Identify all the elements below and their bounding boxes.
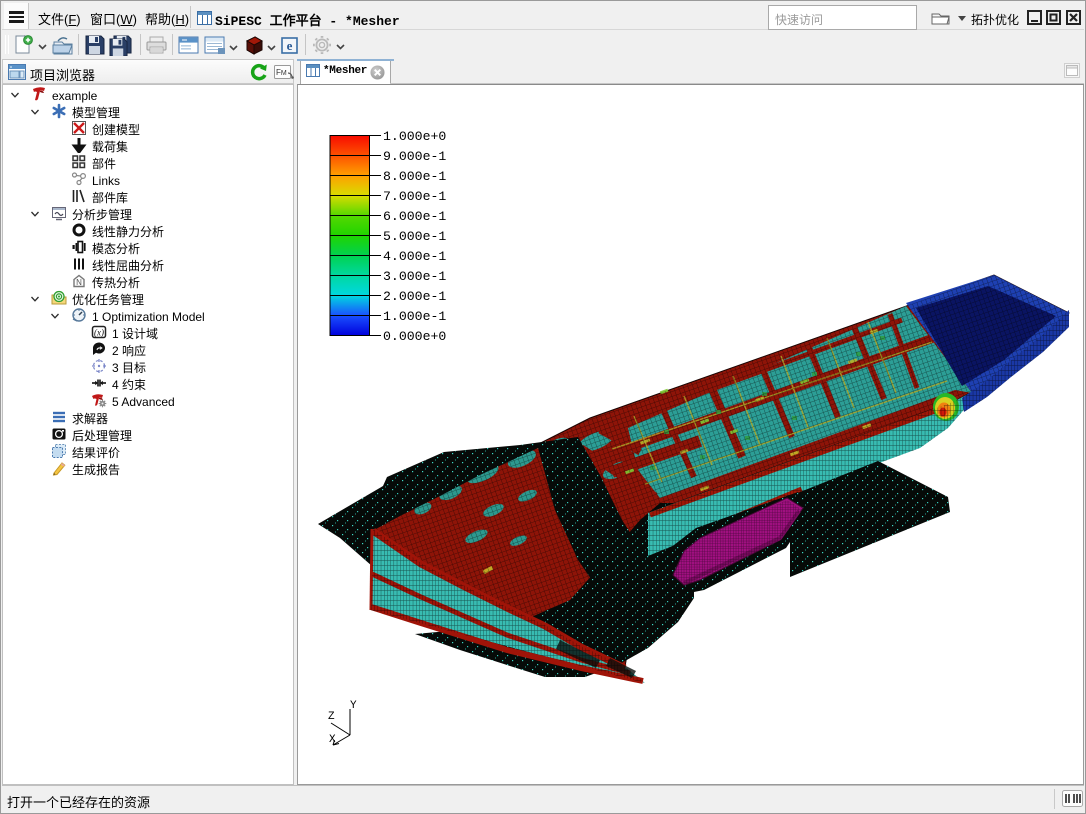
svg-text:4.000e-1: 4.000e-1 xyxy=(383,249,446,264)
svg-text:5.000e-1: 5.000e-1 xyxy=(383,229,446,244)
svg-text:Z: Z xyxy=(328,711,335,723)
svg-text:7.000e-1: 7.000e-1 xyxy=(383,189,446,204)
svg-text:8.000e-1: 8.000e-1 xyxy=(383,169,446,184)
svg-text:3.000e-1: 3.000e-1 xyxy=(383,269,446,284)
svg-text:9.000e-1: 9.000e-1 xyxy=(383,149,446,164)
svg-text:N: N xyxy=(76,278,82,287)
svg-text:6.000e-1: 6.000e-1 xyxy=(383,209,446,224)
svg-text:e: e xyxy=(287,38,293,53)
svg-text:1.000e-1: 1.000e-1 xyxy=(383,309,446,324)
svg-text:Y: Y xyxy=(350,700,357,712)
svg-text:0.000e+0: 0.000e+0 xyxy=(383,329,446,344)
svg-text:1.000e+0: 1.000e+0 xyxy=(383,129,446,144)
svg-text:(x): (x) xyxy=(94,328,104,338)
svg-text:2.000e-1: 2.000e-1 xyxy=(383,289,446,304)
svg-text:FM: FM xyxy=(276,68,287,77)
svg-text:X: X xyxy=(329,734,336,746)
